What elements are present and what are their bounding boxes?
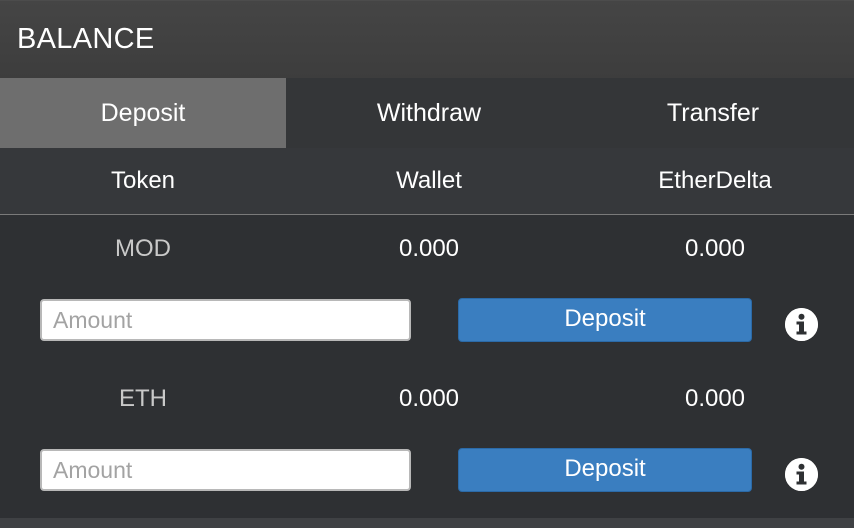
wallet-balance: 0.000 <box>398 385 460 412</box>
column-header-token: Token <box>110 167 176 194</box>
info-circle-icon[interactable] <box>785 308 818 341</box>
panel-title: BALANCE <box>17 23 155 55</box>
table-header: Token Wallet EtherDelta <box>0 148 854 215</box>
wallet-balance: 0.000 <box>398 235 460 262</box>
token-symbol: ETH <box>119 385 167 412</box>
amount-input[interactable] <box>40 299 411 341</box>
tab-transfer[interactable]: Transfer <box>572 78 854 148</box>
balance-panel: BALANCE Deposit Withdraw Transfer Token … <box>0 0 854 528</box>
etherdelta-balance: 0.000 <box>684 385 746 412</box>
tab-withdraw[interactable]: Withdraw <box>286 78 572 148</box>
amount-input[interactable] <box>40 449 411 491</box>
column-header-etherdelta: EtherDelta <box>658 167 772 194</box>
tab-deposit[interactable]: Deposit <box>0 78 286 148</box>
deposit-button[interactable]: Deposit <box>458 448 752 492</box>
token-rows: MOD 0.000 0.000 Deposit ETH 0.000 0.000 … <box>0 215 854 518</box>
deposit-button[interactable]: Deposit <box>458 298 752 342</box>
info-circle-icon[interactable] <box>785 458 818 491</box>
panel-header: BALANCE <box>0 0 854 78</box>
column-header-wallet: Wallet <box>396 167 462 194</box>
etherdelta-balance: 0.000 <box>684 235 746 262</box>
balance-tabs: Deposit Withdraw Transfer <box>0 78 854 148</box>
token-symbol: MOD <box>115 235 171 262</box>
panel-footer-divider <box>0 518 854 528</box>
